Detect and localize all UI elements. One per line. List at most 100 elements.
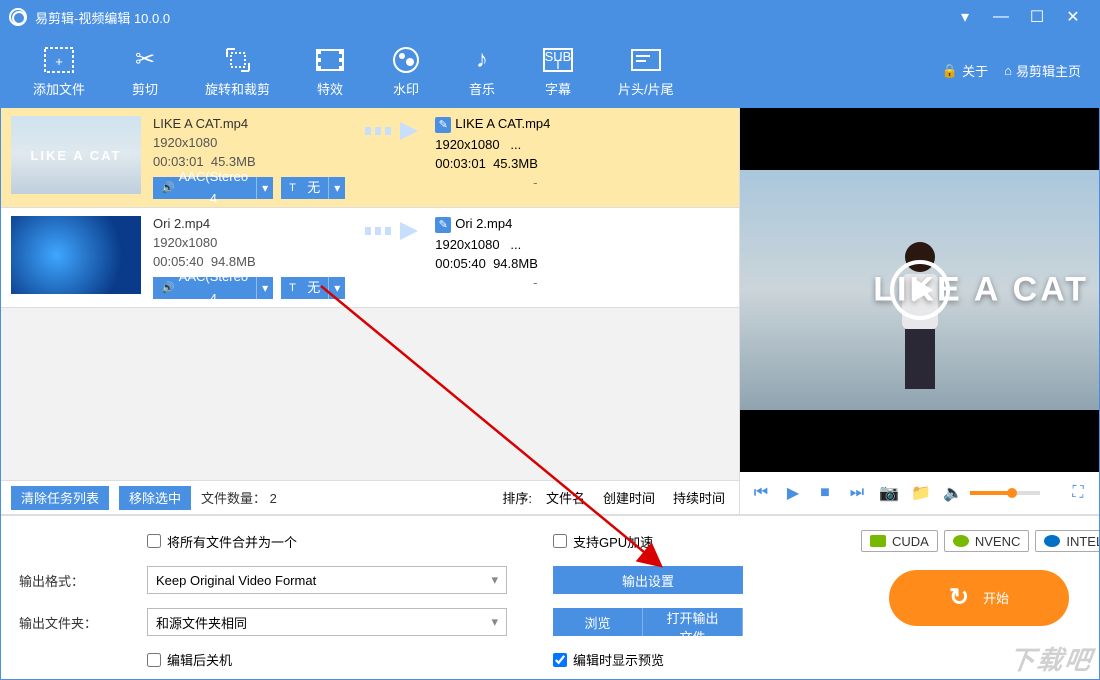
file-thumbnail <box>11 216 141 294</box>
output-panel: 将所有文件合并为一个 支持GPU加速 CUDA NVENC INTEL 输出格式… <box>1 514 1099 679</box>
video-preview[interactable]: LIKE A CAT <box>740 108 1099 472</box>
show-preview-checkbox[interactable]: 编辑时显示预览 <box>553 650 853 669</box>
card-icon <box>630 44 662 76</box>
output-format-select[interactable]: Keep Original Video Format▾ <box>147 566 507 594</box>
sort-by-ctime[interactable]: 创建时间 <box>599 486 659 509</box>
text-icon: T <box>289 177 296 199</box>
text-icon: T <box>289 277 296 299</box>
rotate-crop-button[interactable]: 旋转和裁剪 <box>183 33 292 108</box>
nvenc-badge: NVENC <box>944 530 1030 552</box>
subtitle-track-dropdown[interactable]: T 无 ▾ <box>281 277 345 299</box>
home-icon: ⌂ <box>1004 63 1012 78</box>
chevron-down-icon: ▾ <box>491 614 498 630</box>
snapshot-button[interactable]: 📷 <box>878 482 900 504</box>
effect-button[interactable]: 特效 <box>292 33 368 108</box>
file-list: LIKE A CAT LIKE A CAT.mp4 1920x1080 00:0… <box>1 108 739 480</box>
stop-button[interactable]: ■ <box>814 482 836 504</box>
next-button[interactable]: ⏭ <box>846 482 868 504</box>
close-button[interactable]: ✕ <box>1055 1 1091 33</box>
output-duration-size: 00:05:40 94.8MB <box>435 256 635 271</box>
scissors-icon: ✂ <box>129 44 161 76</box>
minimize-button[interactable]: — <box>983 1 1019 33</box>
chevron-down-icon[interactable]: ▾ <box>256 177 273 199</box>
nvidia-icon <box>953 535 969 547</box>
file-thumbnail: LIKE A CAT <box>11 116 141 194</box>
output-duration-size: 00:03:01 45.3MB <box>435 156 635 171</box>
maximize-button[interactable]: ☐ <box>1019 1 1055 33</box>
cut-button[interactable]: ✂ 剪切 <box>107 33 183 108</box>
fullscreen-button[interactable]: ⛶ <box>1067 482 1089 504</box>
music-button[interactable]: ♪ 音乐 <box>444 33 520 108</box>
chevron-down-icon[interactable]: ▾ <box>328 177 345 199</box>
app-logo-icon <box>9 8 27 26</box>
refresh-icon: ↻ <box>949 583 969 612</box>
gpu-checkbox[interactable]: 支持GPU加速 <box>553 532 653 551</box>
home-link[interactable]: ⌂ 易剪辑主页 <box>1004 61 1081 80</box>
crop-icon <box>222 44 254 76</box>
merge-checkbox[interactable]: 将所有文件合并为一个 <box>147 532 507 551</box>
gpu-badges: CUDA NVENC INTEL <box>861 530 1100 552</box>
start-button[interactable]: ↻ 开始 <box>889 570 1069 626</box>
about-link[interactable]: 🔒 关于 <box>942 61 988 80</box>
speaker-icon: 🔊 <box>161 177 175 199</box>
add-file-button[interactable]: + 添加文件 <box>11 33 107 108</box>
output-resolution: 1920x1080 ... <box>435 237 635 252</box>
output-resolution: 1920x1080 ... <box>435 137 635 152</box>
output-settings-button[interactable]: 输出设置 <box>553 566 743 594</box>
prev-button[interactable]: ⏮ <box>750 482 772 504</box>
speaker-icon: 🔊 <box>161 277 175 299</box>
volume-icon[interactable]: 🔈 <box>942 482 964 504</box>
file-row[interactable]: LIKE A CAT LIKE A CAT.mp4 1920x1080 00:0… <box>1 108 739 208</box>
chevron-down-icon[interactable]: ▾ <box>256 277 273 299</box>
folder-button[interactable]: 📁 <box>910 482 932 504</box>
edit-icon[interactable]: ✎ <box>435 217 451 233</box>
film-icon <box>314 44 346 76</box>
edit-icon[interactable]: ✎ <box>435 117 451 133</box>
intro-outro-button[interactable]: 片头/片尾 <box>596 33 696 108</box>
convert-arrow-icon <box>345 216 435 246</box>
chevron-down-icon[interactable]: ▾ <box>328 277 345 299</box>
dropdown-caret-icon[interactable]: ▾ <box>947 1 983 33</box>
browse-button[interactable]: 浏览 <box>553 608 643 636</box>
music-note-icon: ♪ <box>466 44 498 76</box>
file-row[interactable]: Ori 2.mp4 1920x1080 00:05:40 94.8MB 🔊AAC… <box>1 208 739 308</box>
output-folder-select[interactable]: 和源文件夹相同▾ <box>147 608 507 636</box>
site-watermark: 下载吧 <box>1006 640 1095 677</box>
audio-track-dropdown[interactable]: 🔊AAC(Stereo 4 ▾ <box>153 177 273 199</box>
output-status: - <box>435 275 635 290</box>
output-format-label: 输出格式： <box>19 571 139 590</box>
shutdown-checkbox[interactable]: 编辑后关机 <box>147 650 507 669</box>
player-controls: ⏮ ▶ ■ ⏭ 📷 📁 🔈 ⛶ <box>740 472 1099 514</box>
intel-badge: INTEL <box>1035 530 1100 552</box>
file-name: Ori 2.mp4 <box>153 216 345 231</box>
file-resolution: 1920x1080 <box>153 135 345 150</box>
main-toolbar: + 添加文件 ✂ 剪切 旋转和裁剪 特效 水印 ♪ <box>1 33 1099 108</box>
open-output-button[interactable]: 打开输出文件 <box>643 608 743 636</box>
clear-list-button[interactable]: 清除任务列表 <box>11 486 109 510</box>
output-status: - <box>435 175 635 190</box>
subtitle-track-dropdown[interactable]: T 无 ▾ <box>281 177 345 199</box>
chevron-down-icon: ▾ <box>491 572 498 588</box>
subtitle-button[interactable]: SUBT 字幕 <box>520 33 596 108</box>
file-resolution: 1920x1080 <box>153 235 345 250</box>
remove-selected-button[interactable]: 移除选中 <box>119 486 191 510</box>
cuda-badge: CUDA <box>861 530 938 552</box>
output-file-name: ✎Ori 2.mp4 <box>435 216 635 233</box>
watermark-button[interactable]: 水印 <box>368 33 444 108</box>
subtitle-icon: SUBT <box>542 44 574 76</box>
play-button[interactable]: ▶ <box>782 482 804 504</box>
file-count-label: 文件数量： 2 <box>201 488 277 507</box>
volume-slider[interactable] <box>970 491 1040 495</box>
sort-by-duration[interactable]: 持续时间 <box>669 486 729 509</box>
convert-arrow-icon <box>345 116 435 146</box>
add-file-icon: + <box>43 44 75 76</box>
sort-label: 排序: <box>502 488 532 507</box>
audio-track-dropdown[interactable]: 🔊AAC(Stereo 4 ▾ <box>153 277 273 299</box>
play-overlay-icon[interactable] <box>890 260 950 320</box>
output-folder-label: 输出文件夹： <box>19 613 139 632</box>
sort-by-name[interactable]: 文件名 <box>542 486 589 509</box>
intel-icon <box>1044 535 1060 547</box>
nvidia-icon <box>870 535 886 547</box>
lock-icon: 🔒 <box>942 63 958 79</box>
svg-text:+: + <box>55 54 63 69</box>
